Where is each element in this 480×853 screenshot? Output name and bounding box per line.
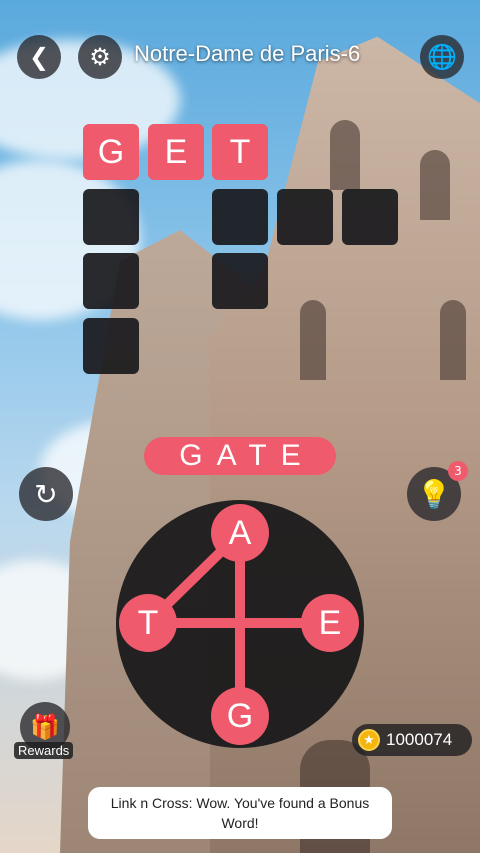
grid-cell-empty [277, 189, 333, 245]
level-title: Notre-Dame de Paris-6 [134, 41, 361, 66]
grid-cell-empty [212, 189, 268, 245]
globe-icon: 🌐 [427, 43, 457, 71]
wheel-letter[interactable]: A [211, 504, 269, 562]
gear-icon: ⚙ [89, 43, 111, 71]
back-button[interactable]: ❮ [17, 35, 61, 79]
grid-cell-empty [212, 253, 268, 309]
grid-cell-empty [83, 318, 139, 374]
coin-balance[interactable]: ★ 1000074 [352, 724, 472, 756]
toast-message: Link n Cross: Wow. You've found a Bonus … [88, 787, 392, 839]
wheel-letter[interactable]: E [301, 594, 359, 652]
letter-wheel[interactable]: A E G T [116, 500, 364, 748]
star-coin-icon: ★ [358, 729, 380, 751]
coin-amount: 1000074 [386, 730, 453, 749]
grid-cell-empty [83, 189, 139, 245]
wheel-letter[interactable]: G [211, 687, 269, 745]
settings-button[interactable]: ⚙ [78, 35, 122, 79]
rewards-button[interactable]: 🎁 Rewards [14, 702, 76, 762]
hint-count-badge: 3 [448, 461, 468, 481]
wheel-letter[interactable]: T [119, 594, 177, 652]
grid-cell-empty [342, 189, 398, 245]
grid-cell-filled: E [148, 124, 204, 180]
grid-cell-empty [83, 253, 139, 309]
globe-button[interactable]: 🌐 [420, 35, 464, 79]
current-word-display: GATE [144, 437, 336, 475]
rewards-label: Rewards [14, 742, 74, 759]
shuffle-icon: ↻ [34, 477, 58, 511]
lightbulb-icon: 💡 [416, 477, 452, 511]
grid-cell-filled: T [212, 124, 268, 180]
shuffle-button[interactable]: ↻ [19, 467, 73, 521]
back-arrow-icon: ❮ [28, 43, 50, 71]
grid-cell-filled: G [83, 124, 139, 180]
